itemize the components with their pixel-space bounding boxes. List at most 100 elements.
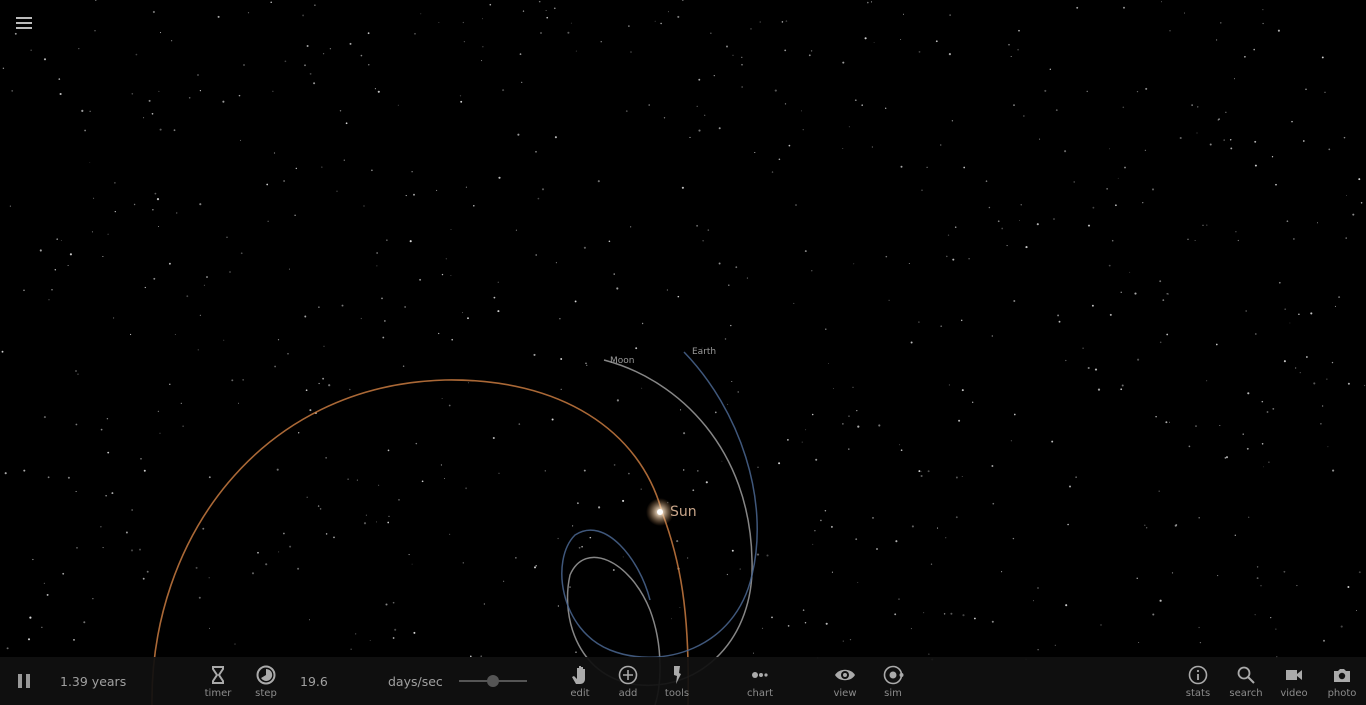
star [347,478,349,480]
star [367,32,370,35]
star [625,110,628,112]
star [612,569,615,571]
star [1235,231,1237,233]
star [321,166,323,168]
video-button[interactable]: video [1276,657,1312,705]
star [226,236,228,238]
star [1051,440,1054,443]
chart-button[interactable]: chart [742,657,778,705]
rate-value[interactable]: 19.6 [300,674,328,689]
star [83,621,86,624]
sim-button[interactable]: sim [875,657,911,705]
star [771,171,774,173]
star [158,90,160,92]
star [78,48,80,50]
star [1145,87,1148,90]
star [1053,218,1055,220]
star [1162,299,1165,301]
star [142,577,145,580]
star [1196,132,1198,134]
star [314,4,316,6]
star [1087,366,1090,370]
hourglass-icon [212,665,224,684]
star [802,609,805,611]
star [304,64,306,67]
star [174,334,176,336]
earth-label[interactable]: Earth [692,347,716,357]
star [105,495,107,497]
star [696,105,698,108]
star [325,457,327,459]
star [680,409,682,411]
star [1136,90,1139,93]
tools-label: tools [664,687,690,699]
rate-slider-knob[interactable] [487,675,499,687]
star [257,551,259,554]
star [409,240,412,243]
star [251,572,255,575]
star [111,492,114,495]
timer-button[interactable]: timer [200,657,236,705]
star [1291,120,1293,123]
star [771,616,773,619]
star [686,557,689,559]
star [289,545,292,548]
star [935,40,938,43]
star [272,90,274,92]
star [1097,388,1101,391]
star [848,415,850,417]
star [926,166,928,168]
star [1261,443,1264,445]
star [148,99,151,102]
add-button[interactable]: add [610,657,646,705]
star [677,15,680,18]
edit-button[interactable]: edit [562,657,598,705]
star [842,61,845,64]
star [628,25,630,27]
step-button[interactable]: step [248,657,284,705]
star [928,653,930,655]
star [578,546,581,549]
star [186,295,189,298]
starfield [1,0,1366,661]
star [1165,421,1168,424]
star [206,276,208,278]
star [180,402,182,404]
star [810,50,813,52]
star [283,532,285,535]
star [918,51,921,53]
star [1277,29,1280,32]
star [125,531,128,534]
rate-slider[interactable] [459,675,527,687]
star [188,97,191,99]
star [1166,333,1169,336]
star [382,336,385,339]
star [156,198,160,201]
star [322,53,325,55]
star [1284,308,1287,311]
star [157,410,160,413]
pause-button[interactable] [14,657,34,705]
simulation-canvas[interactable] [0,0,1366,705]
star [444,478,445,479]
star [567,31,570,34]
star [574,300,577,303]
search-button[interactable]: search [1226,657,1266,705]
star [267,220,269,222]
star [402,365,405,367]
view-button[interactable]: view [827,657,863,705]
star [820,519,822,522]
star [635,347,638,350]
stats-button[interactable]: stats [1180,657,1216,705]
star [815,458,818,461]
star [1286,220,1289,223]
menu-icon[interactable] [14,14,34,34]
sun-label[interactable]: Sun [670,504,697,520]
photo-button[interactable]: photo [1324,657,1360,705]
moon-label[interactable]: Moon [610,356,634,366]
star [1094,368,1098,371]
star [1039,138,1041,140]
star [445,258,447,260]
star [1018,29,1020,32]
tools-button[interactable]: tools [659,657,695,705]
